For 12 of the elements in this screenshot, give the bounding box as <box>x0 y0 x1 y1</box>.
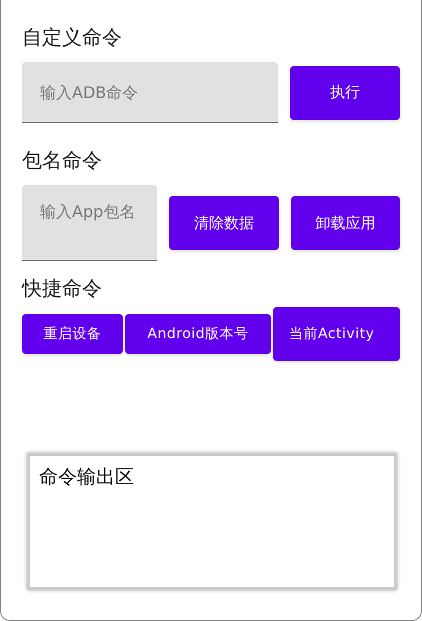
quick-command-button[interactable]: 当前Activity <box>273 307 400 361</box>
package-action-button[interactable]: 卸载应用 <box>290 196 400 250</box>
execute-button[interactable]: 执行 <box>290 66 400 120</box>
package-name-input[interactable]: 输入App包名 <box>22 185 158 261</box>
section-heading: 包名命令 <box>22 147 103 173</box>
section-heading: 快捷命令 <box>22 275 103 301</box>
adb-command-input[interactable]: 输入ADB命令 <box>22 62 278 123</box>
quick-command-button[interactable]: 重启设备 <box>22 314 123 354</box>
section-heading: 自定义命令 <box>22 24 123 50</box>
output-text: 命令输出区 <box>39 466 134 488</box>
quick-command-button[interactable]: Android版本号 <box>125 314 271 354</box>
package-action-button[interactable]: 清除数据 <box>169 196 279 250</box>
